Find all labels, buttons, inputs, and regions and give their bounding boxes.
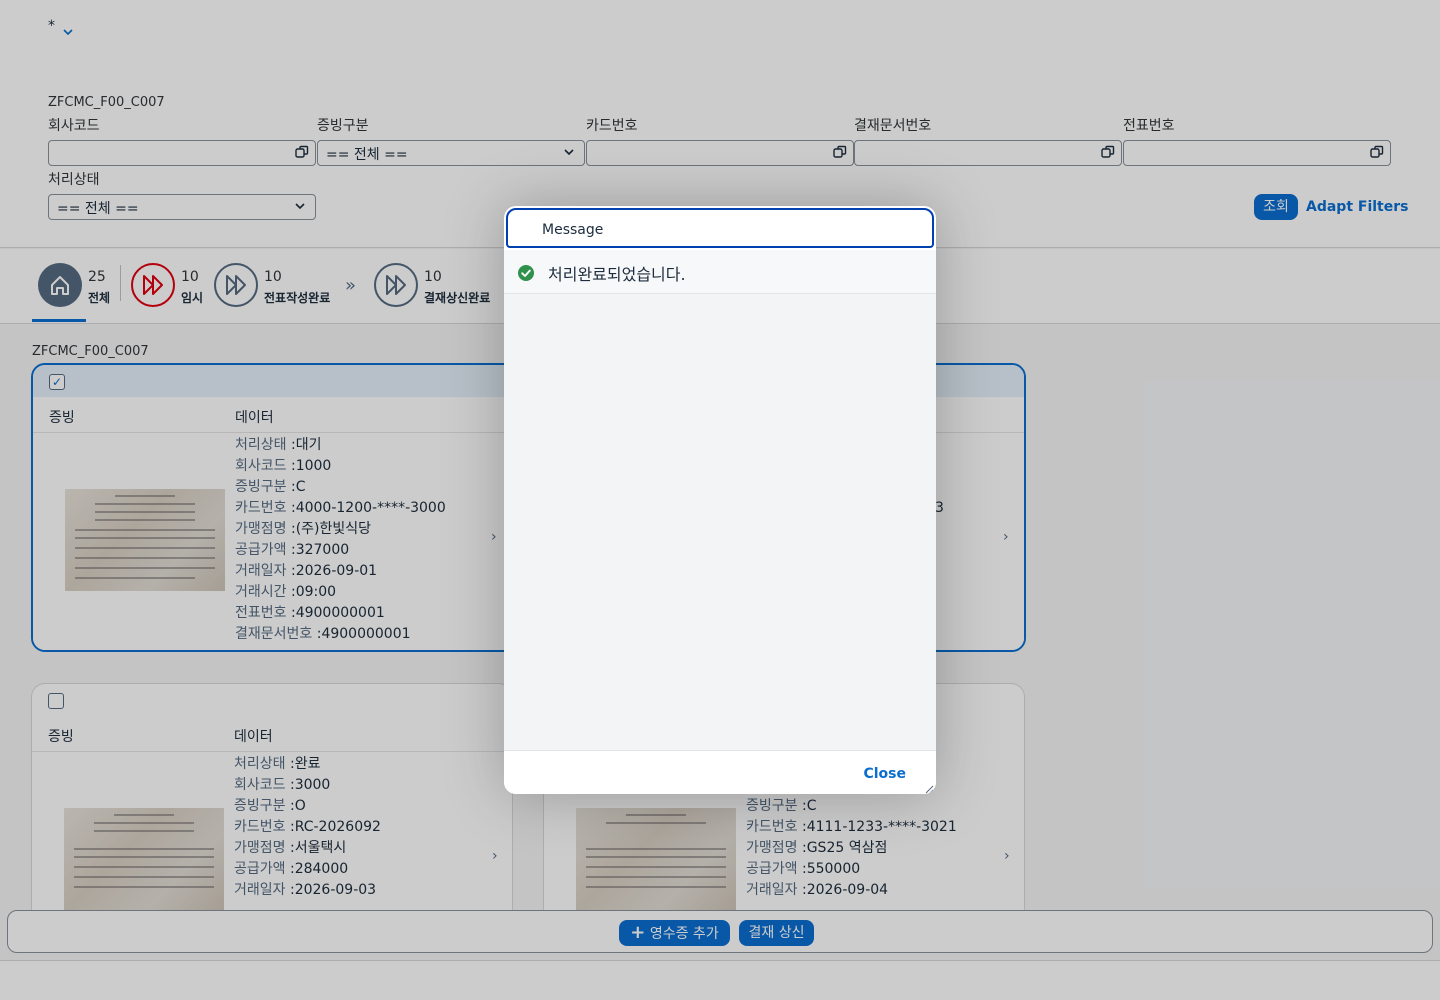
dialog-footer: Close (504, 750, 936, 794)
close-button[interactable]: Close (863, 766, 906, 782)
message-dialog: Message 처리완료되었습니다. Close (504, 206, 936, 794)
success-icon (518, 265, 534, 285)
message-item: 처리완료되었습니다. (504, 250, 936, 294)
resize-handle-icon[interactable] (924, 782, 934, 794)
dialog-header: Message (506, 208, 934, 248)
dialog-content (504, 294, 936, 750)
dialog-title: Message (542, 222, 604, 238)
message-text: 처리완료되었습니다. (548, 265, 686, 284)
